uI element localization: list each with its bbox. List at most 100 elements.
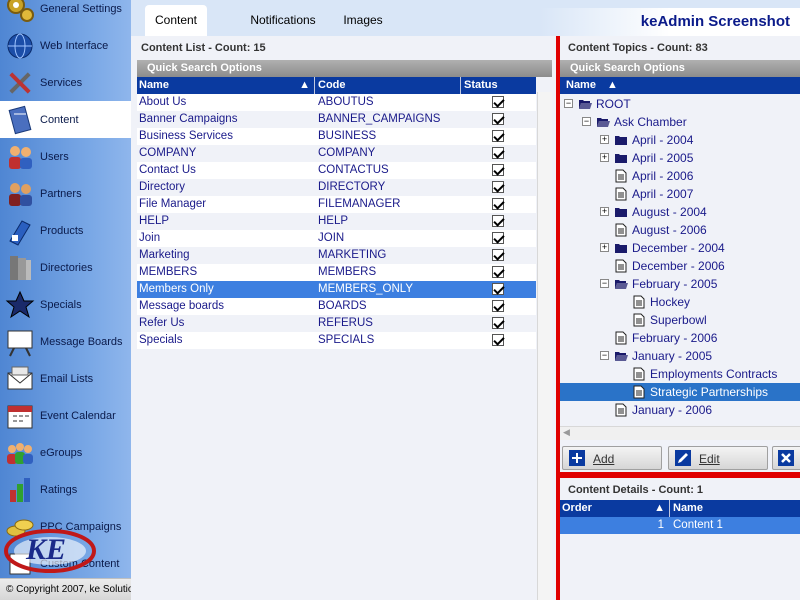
tree-node[interactable]: Superbowl <box>560 311 800 329</box>
column-header-code[interactable]: Code <box>316 77 461 94</box>
table-row[interactable]: Marketing MARKETING <box>137 247 536 264</box>
tab-content[interactable]: Content <box>145 5 207 36</box>
tree-node-label: Superbowl <box>650 313 707 327</box>
tree-node-label: Ask Chamber <box>614 115 687 129</box>
tree-node[interactable]: + August - 2004 <box>560 203 800 221</box>
cell-name: MEMBERS <box>139 266 198 278</box>
table-row[interactable]: COMPANY COMPANY <box>137 145 536 162</box>
expand-icon[interactable]: + <box>600 153 609 162</box>
expand-icon[interactable]: + <box>600 135 609 144</box>
table-row[interactable]: About Us ABOUTUS <box>137 94 536 111</box>
tree-node[interactable]: − ROOT <box>560 95 800 113</box>
collapse-icon[interactable]: − <box>582 117 591 126</box>
status-checkbox[interactable] <box>492 96 504 108</box>
sidebar-item-directories[interactable]: Directories <box>0 249 131 286</box>
expand-icon[interactable]: + <box>600 207 609 216</box>
collapse-icon[interactable]: − <box>600 279 609 288</box>
tree-node[interactable]: December - 2006 <box>560 257 800 275</box>
sidebar-item-users[interactable]: Users <box>0 138 131 175</box>
table-row[interactable]: Business Services BUSINESS <box>137 128 536 145</box>
sidebar-item-partners[interactable]: Partners <box>0 175 131 212</box>
delete-button[interactable] <box>772 446 800 470</box>
folder-icon <box>614 241 628 255</box>
table-row[interactable]: HELP HELP <box>137 213 536 230</box>
tree-node[interactable]: + December - 2004 <box>560 239 800 257</box>
sidebar-item-egroups[interactable]: eGroups <box>0 434 131 471</box>
table-row[interactable]: MEMBERS MEMBERS <box>137 264 536 281</box>
status-checkbox[interactable] <box>492 300 504 312</box>
tree-node[interactable]: April - 2006 <box>560 167 800 185</box>
collapse-icon[interactable]: − <box>564 99 573 108</box>
topics-grid-header: Name ▲ <box>560 77 800 94</box>
status-checkbox[interactable] <box>492 249 504 261</box>
sidebar-item-email-lists[interactable]: Email Lists <box>0 360 131 397</box>
table-row[interactable]: Members Only MEMBERS_ONLY <box>137 281 536 298</box>
column-header-details-name[interactable]: Name <box>671 500 800 517</box>
tree-node-label: August - 2006 <box>632 223 707 237</box>
quick-search-options[interactable]: Quick Search Options <box>137 60 552 77</box>
sidebar-item-products[interactable]: Products <box>0 212 131 249</box>
status-checkbox[interactable] <box>492 232 504 244</box>
sidebar-item-specials[interactable]: Specials <box>0 286 131 323</box>
tree-node-label: January - 2005 <box>632 349 713 363</box>
tree-node-label: December - 2004 <box>632 241 725 255</box>
tree-node[interactable]: Employments Contracts <box>560 365 800 383</box>
status-checkbox[interactable] <box>492 147 504 159</box>
tree-node[interactable]: − February - 2005 <box>560 275 800 293</box>
table-row[interactable]: Join JOIN <box>137 230 536 247</box>
document-icon <box>632 313 646 327</box>
status-checkbox[interactable] <box>492 334 504 346</box>
content-list-scrollbar[interactable] <box>537 92 552 600</box>
table-row[interactable]: Directory DIRECTORY <box>137 179 536 196</box>
tree-node[interactable]: August - 2006 <box>560 221 800 239</box>
sidebar-item-label: Content <box>40 113 79 126</box>
sidebar-item-message-boards[interactable]: Message Boards <box>0 323 131 360</box>
tree-node[interactable]: + April - 2004 <box>560 131 800 149</box>
status-checkbox[interactable] <box>492 113 504 125</box>
column-header-topic-name[interactable]: Name ▲ <box>560 77 800 94</box>
details-cell-order: 1 <box>657 519 664 531</box>
sidebar-item-content[interactable]: Content <box>0 101 131 138</box>
status-checkbox[interactable] <box>492 164 504 176</box>
sidebar-item-general-settings[interactable]: General Settings <box>0 0 131 27</box>
topics-horizontal-scrollbar[interactable]: ◀ <box>560 426 800 440</box>
tree-node[interactable]: Strategic Partnerships <box>560 383 800 401</box>
tree-node[interactable]: Hockey <box>560 293 800 311</box>
collapse-icon[interactable]: − <box>600 351 609 360</box>
sidebar-item-web-interface[interactable]: Web Interface <box>0 27 131 64</box>
status-checkbox[interactable] <box>492 215 504 227</box>
tree-node[interactable]: February - 2006 <box>560 329 800 347</box>
tree-node[interactable]: January - 2006 <box>560 401 800 419</box>
scroll-left-icon[interactable]: ◀ <box>563 427 570 438</box>
table-row[interactable]: Contact Us CONTACTUS <box>137 162 536 179</box>
column-header-order[interactable]: Order ▲ <box>560 500 670 517</box>
tree-node[interactable]: April - 2007 <box>560 185 800 203</box>
table-row[interactable]: Banner Campaigns BANNER_CAMPAIGNS <box>137 111 536 128</box>
table-row[interactable]: Specials SPECIALS <box>137 332 536 349</box>
sidebar-item-event-calendar[interactable]: Event Calendar <box>0 397 131 434</box>
expand-icon[interactable]: + <box>600 243 609 252</box>
column-header-status[interactable]: Status <box>462 77 536 94</box>
tree-node[interactable]: + April - 2005 <box>560 149 800 167</box>
cell-name: Specials <box>139 334 183 346</box>
table-row[interactable]: Message boards BOARDS <box>137 298 536 315</box>
status-checkbox[interactable] <box>492 283 504 295</box>
status-checkbox[interactable] <box>492 198 504 210</box>
tab-images[interactable]: Images <box>329 5 397 36</box>
table-row[interactable]: File Manager FILEMANAGER <box>137 196 536 213</box>
tree-node[interactable]: − January - 2005 <box>560 347 800 365</box>
table-row[interactable]: Refer Us REFERUS <box>137 315 536 332</box>
sidebar-item-ratings[interactable]: Ratings <box>0 471 131 508</box>
status-checkbox[interactable] <box>492 181 504 193</box>
status-checkbox[interactable] <box>492 130 504 142</box>
tab-notifications[interactable]: Notifications <box>223 5 343 36</box>
details-row[interactable]: 1 Content 1 <box>560 517 800 534</box>
edit-button[interactable]: Edit <box>668 446 768 470</box>
status-checkbox[interactable] <box>492 266 504 278</box>
topics-quick-search-options[interactable]: Quick Search Options <box>560 60 800 77</box>
status-checkbox[interactable] <box>492 317 504 329</box>
tree-node[interactable]: − Ask Chamber <box>560 113 800 131</box>
sidebar-item-services[interactable]: Services <box>0 64 131 101</box>
add-button[interactable]: Add <box>562 446 662 470</box>
column-header-name[interactable]: Name ▲ <box>137 77 315 94</box>
